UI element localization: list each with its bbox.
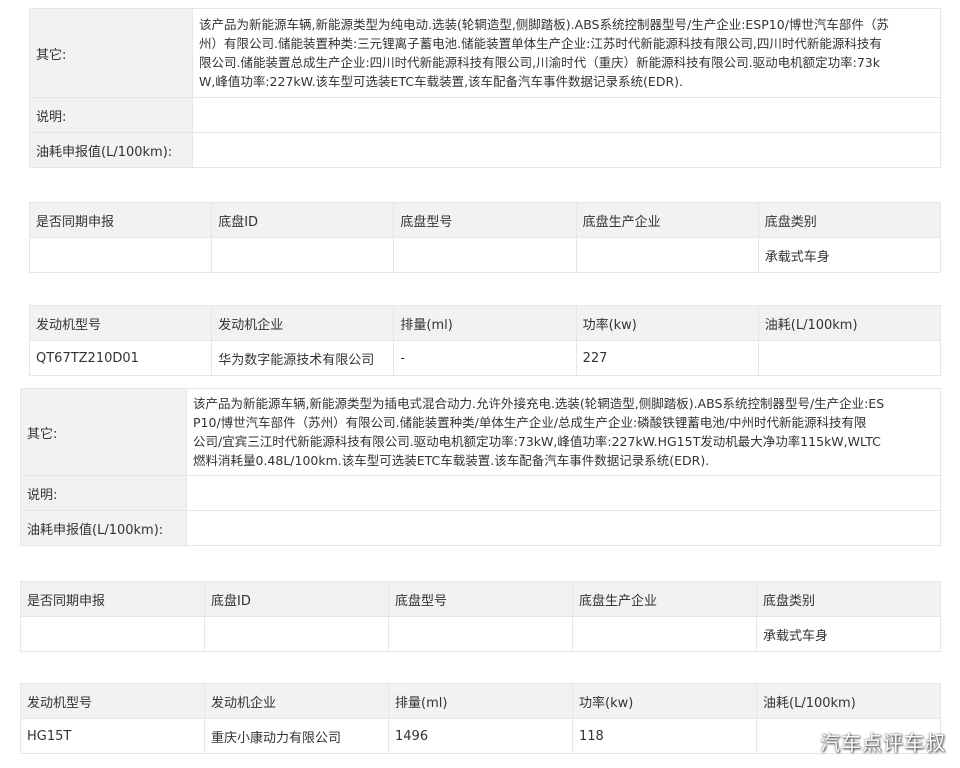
other-line: 州）有限公司.储能装置种类:三元锂离子蓄电池.储能装置单体生产企业:江苏时代新能… bbox=[199, 36, 882, 51]
note-value bbox=[186, 475, 941, 511]
other-line: 燃料消耗量0.48L/100km.该车型可选装ETC车载装置.该车配备汽车事件数… bbox=[193, 453, 710, 468]
other-line: 该产品为新能源车辆,新能源类型为纯电动.选装(轮辋造型,侧脚踏板).ABS系统控… bbox=[199, 17, 889, 32]
fuel-value bbox=[192, 132, 941, 168]
fuel-row: 油耗申报值(L/100km): bbox=[29, 132, 941, 168]
chassis-cell: 承载式车身 bbox=[756, 616, 941, 652]
engine-cell: 1496 bbox=[388, 718, 573, 754]
chassis-header-row: 是否同期申报 底盘ID 底盘型号 底盘生产企业 底盘类别 bbox=[20, 581, 941, 617]
other-line: 该产品为新能源车辆,新能源类型为插电式混合动力.允许外接充电.选装(轮辋造型,侧… bbox=[193, 396, 885, 411]
note-label: 说明: bbox=[29, 97, 193, 133]
engine-cell: 重庆小康动力有限公司 bbox=[204, 718, 389, 754]
chassis-cell bbox=[572, 616, 757, 652]
fuel-row: 油耗申报值(L/100km): bbox=[20, 510, 941, 546]
engine-cell: 227 bbox=[575, 340, 759, 376]
engine-header-row: 发动机型号 发动机企业 排量(ml) 功率(kw) 油耗(L/100km) bbox=[20, 683, 941, 719]
chassis-header-cell: 底盘类别 bbox=[757, 202, 942, 238]
engine-header-cell: 发动机企业 bbox=[204, 683, 389, 719]
other-line: 限公司.储能装置总成生产企业:四川时代新能源科技有限公司,川渝时代（重庆）新能源… bbox=[199, 55, 880, 70]
engine-header-cell: 功率(kw) bbox=[575, 305, 759, 341]
section1-info-table: 其它: 该产品为新能源车辆,新能源类型为纯电动.选装(轮辋造型,侧脚踏板).AB… bbox=[29, 8, 941, 168]
engine-header-cell: 发动机型号 bbox=[28, 305, 213, 341]
fuel-label: 油耗申报值(L/100km): bbox=[29, 132, 193, 168]
other-line: P10/博世汽车部件（苏州）有限公司.储能装置种类/单体生产企业/总成生产企业:… bbox=[193, 415, 867, 430]
engine-cell: 118 bbox=[572, 718, 757, 754]
engine-header-cell: 排量(ml) bbox=[388, 683, 573, 719]
chassis-header-cell: 底盘生产企业 bbox=[572, 581, 757, 617]
fuel-value bbox=[186, 510, 941, 546]
chassis-cell bbox=[393, 237, 577, 273]
chassis-header-cell: 底盘类别 bbox=[756, 581, 941, 617]
chassis-cell bbox=[388, 616, 573, 652]
section2-chassis-table: 是否同期申报 底盘ID 底盘型号 底盘生产企业 底盘类别 承载式车身 bbox=[20, 581, 941, 652]
chassis-cell bbox=[211, 237, 395, 273]
engine-header-cell: 发动机型号 bbox=[20, 683, 205, 719]
engine-header-cell: 功率(kw) bbox=[572, 683, 757, 719]
section1-engine-table: 发动机型号 发动机企业 排量(ml) 功率(kw) 油耗(L/100km) QT… bbox=[28, 305, 942, 376]
chassis-cell bbox=[28, 237, 213, 273]
table-row: 承载式车身 bbox=[20, 616, 941, 652]
engine-cell bbox=[757, 340, 942, 376]
other-label: 其它: bbox=[29, 8, 193, 98]
note-row: 说明: bbox=[29, 97, 941, 133]
table-row: QT67TZ210D01 华为数字能源技术有限公司 - 227 bbox=[28, 340, 942, 376]
chassis-header-cell: 底盘型号 bbox=[393, 202, 577, 238]
note-label: 说明: bbox=[20, 475, 187, 511]
chassis-header-cell: 底盘生产企业 bbox=[575, 202, 759, 238]
other-line: 公司/宜宾三江时代新能源科技有限公司.驱动电机额定功率:73kW,峰值功率:22… bbox=[193, 434, 881, 449]
section1-chassis-table: 是否同期申报 底盘ID 底盘型号 底盘生产企业 底盘类别 承载式车身 bbox=[28, 202, 942, 273]
chassis-cell: 承载式车身 bbox=[757, 237, 942, 273]
engine-cell: QT67TZ210D01 bbox=[28, 340, 213, 376]
chassis-header-cell: 是否同期申报 bbox=[28, 202, 213, 238]
engine-header-row: 发动机型号 发动机企业 排量(ml) 功率(kw) 油耗(L/100km) bbox=[28, 305, 942, 341]
note-row: 说明: bbox=[20, 475, 941, 511]
engine-cell: HG15T bbox=[20, 718, 205, 754]
engine-cell: 华为数字能源技术有限公司 bbox=[211, 340, 395, 376]
section2-engine-table: 发动机型号 发动机企业 排量(ml) 功率(kw) 油耗(L/100km) HG… bbox=[20, 683, 941, 754]
other-row: 其它: 该产品为新能源车辆,新能源类型为纯电动.选装(轮辋造型,侧脚踏板).AB… bbox=[29, 8, 941, 98]
chassis-cell bbox=[575, 237, 759, 273]
chassis-header-cell: 底盘型号 bbox=[388, 581, 573, 617]
engine-header-cell: 发动机企业 bbox=[211, 305, 395, 341]
section2-info-table: 其它: 该产品为新能源车辆,新能源类型为插电式混合动力.允许外接充电.选装(轮辋… bbox=[20, 388, 941, 546]
chassis-header-cell: 底盘ID bbox=[211, 202, 395, 238]
engine-header-cell: 油耗(L/100km) bbox=[756, 683, 941, 719]
chassis-cell bbox=[204, 616, 389, 652]
fuel-label: 油耗申报值(L/100km): bbox=[20, 510, 187, 546]
note-value bbox=[192, 97, 941, 133]
table-row: 承载式车身 bbox=[28, 237, 942, 273]
other-value: 该产品为新能源车辆,新能源类型为纯电动.选装(轮辋造型,侧脚踏板).ABS系统控… bbox=[192, 8, 941, 98]
engine-header-cell: 排量(ml) bbox=[393, 305, 577, 341]
engine-header-cell: 油耗(L/100km) bbox=[757, 305, 942, 341]
table-row: HG15T 重庆小康动力有限公司 1496 118 bbox=[20, 718, 941, 754]
other-row: 其它: 该产品为新能源车辆,新能源类型为插电式混合动力.允许外接充电.选装(轮辋… bbox=[20, 388, 941, 476]
chassis-cell bbox=[20, 616, 205, 652]
chassis-header-cell: 是否同期申报 bbox=[20, 581, 205, 617]
chassis-header-row: 是否同期申报 底盘ID 底盘型号 底盘生产企业 底盘类别 bbox=[28, 202, 942, 238]
other-value: 该产品为新能源车辆,新能源类型为插电式混合动力.允许外接充电.选装(轮辋造型,侧… bbox=[186, 388, 941, 476]
other-label: 其它: bbox=[20, 388, 187, 476]
engine-cell: - bbox=[393, 340, 577, 376]
chassis-header-cell: 底盘ID bbox=[204, 581, 389, 617]
watermark: 汽车点评车叔 bbox=[820, 731, 946, 755]
other-line: W,峰值功率:227kW.该车型可选装ETC车载装置,该车配备汽车事件数据记录系… bbox=[199, 74, 683, 89]
